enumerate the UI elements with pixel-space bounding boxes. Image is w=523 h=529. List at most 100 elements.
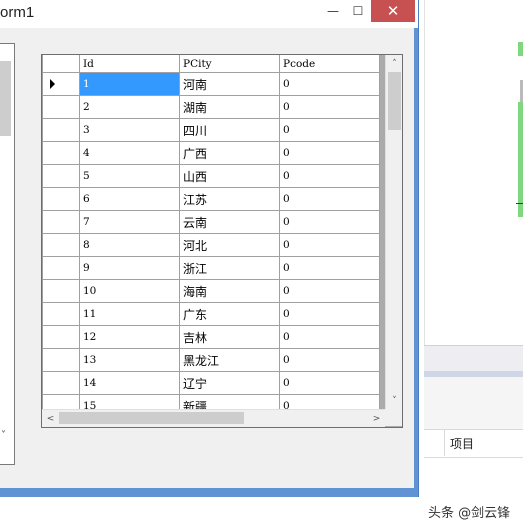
- cell-id[interactable]: 7: [79, 210, 180, 234]
- row-header[interactable]: [42, 348, 80, 372]
- cell-pcity[interactable]: 浙江: [179, 256, 280, 280]
- table-row[interactable]: 2 湖南 0: [42, 95, 380, 119]
- cell-id[interactable]: 8: [79, 233, 180, 257]
- ide-column-header-project[interactable]: 项目: [450, 435, 474, 452]
- chevron-down-icon[interactable]: ˅: [386, 392, 402, 409]
- cell-id[interactable]: 5: [79, 164, 180, 188]
- cell-pcity[interactable]: 四川: [179, 118, 280, 142]
- cell-pcity[interactable]: 河北: [179, 233, 280, 257]
- column-header-pcity[interactable]: PCity: [179, 55, 280, 73]
- current-row-arrow-icon: [50, 79, 55, 89]
- cell-pcity[interactable]: 吉林: [179, 325, 280, 349]
- cell-id[interactable]: 2: [79, 95, 180, 119]
- vertical-scrollbar[interactable]: ˄ ˅: [385, 55, 402, 409]
- cell-pcity[interactable]: 山西: [179, 164, 280, 188]
- row-header[interactable]: [42, 141, 80, 165]
- cell-pcode[interactable]: 0: [279, 371, 380, 395]
- column-header-id[interactable]: Id: [79, 55, 180, 73]
- cell-pcode[interactable]: 0: [279, 164, 380, 188]
- row-header[interactable]: [42, 95, 80, 119]
- table-row[interactable]: 11 广东 0: [42, 302, 380, 326]
- grid-body: 1 河南 0 2 湖南 0 3 四川 0 4 广西 0 5 山西 0 6 江苏 0 7 云南 0 8 河北 0 9 浙江 0 10 海南…: [42, 72, 380, 409]
- left-listbox[interactable]: ˅: [0, 43, 15, 465]
- chevron-left-icon[interactable]: <: [42, 410, 59, 427]
- cell-pcity[interactable]: 广东: [179, 302, 280, 326]
- table-row[interactable]: 15 新疆 0: [42, 394, 380, 409]
- cell-pcity[interactable]: 海南: [179, 279, 280, 303]
- ide-lower-panel: [424, 377, 523, 429]
- cell-pcode[interactable]: 0: [279, 210, 380, 234]
- cell-id[interactable]: 12: [79, 325, 180, 349]
- cell-pcode[interactable]: 0: [279, 95, 380, 119]
- cell-pcode[interactable]: 0: [279, 302, 380, 326]
- table-row[interactable]: 9 浙江 0: [42, 256, 380, 280]
- table-row[interactable]: 8 河北 0: [42, 233, 380, 257]
- row-header[interactable]: [42, 233, 80, 257]
- table-row[interactable]: 14 辽宁 0: [42, 371, 380, 395]
- horizontal-scrollbar[interactable]: < >: [42, 409, 385, 427]
- cell-pcode[interactable]: 0: [279, 72, 380, 96]
- cell-pcode[interactable]: 0: [279, 233, 380, 257]
- table-row[interactable]: 13 黑龙江 0: [42, 348, 380, 372]
- row-header[interactable]: [42, 187, 80, 211]
- cell-pcode[interactable]: 0: [279, 187, 380, 211]
- cell-id[interactable]: 15: [79, 394, 180, 409]
- grid-viewport: Id PCity Pcode 1 河南 0 2 湖南 0 3 四川 0 4 广西 0 5 山西 0 6 江苏 0 7…: [42, 55, 385, 409]
- row-header[interactable]: [42, 72, 80, 96]
- cell-id[interactable]: 1: [79, 72, 180, 96]
- cell-pcity[interactable]: 湖南: [179, 95, 280, 119]
- cell-pcode[interactable]: 0: [279, 348, 380, 372]
- table-row[interactable]: 3 四川 0: [42, 118, 380, 142]
- cell-pcode[interactable]: 0: [279, 279, 380, 303]
- cell-id[interactable]: 9: [79, 256, 180, 280]
- row-header[interactable]: [42, 279, 80, 303]
- row-header[interactable]: [42, 371, 80, 395]
- horizontal-scroll-thumb[interactable]: [59, 412, 244, 424]
- cell-pcity[interactable]: 广西: [179, 141, 280, 165]
- title-bar[interactable]: orm1 — ☐ ✕: [0, 0, 418, 28]
- cell-id[interactable]: 4: [79, 141, 180, 165]
- cell-id[interactable]: 13: [79, 348, 180, 372]
- cell-pcity[interactable]: 云南: [179, 210, 280, 234]
- data-grid-view[interactable]: Id PCity Pcode 1 河南 0 2 湖南 0 3 四川 0 4 广西 0 5 山西 0 6 江苏 0 7…: [41, 54, 403, 428]
- column-header-pcode[interactable]: Pcode: [279, 55, 380, 73]
- cell-pcity[interactable]: 新疆: [179, 394, 280, 409]
- cell-pcity[interactable]: 河南: [179, 72, 280, 96]
- ide-collapse-line: [516, 203, 523, 204]
- row-header[interactable]: [42, 302, 80, 326]
- row-header[interactable]: [42, 210, 80, 234]
- chevron-up-icon[interactable]: ˄: [386, 55, 402, 72]
- cell-id[interactable]: 6: [79, 187, 180, 211]
- cell-pcity[interactable]: 黑龙江: [179, 348, 280, 372]
- row-header[interactable]: [42, 394, 80, 409]
- table-row[interactable]: 1 河南 0: [42, 72, 380, 96]
- table-row[interactable]: 10 海南 0: [42, 279, 380, 303]
- chevron-right-icon[interactable]: >: [368, 410, 385, 427]
- vertical-scroll-thumb[interactable]: [388, 72, 401, 130]
- cell-pcode[interactable]: 0: [279, 141, 380, 165]
- cell-pcity[interactable]: 辽宁: [179, 371, 280, 395]
- row-header[interactable]: [42, 118, 80, 142]
- table-row[interactable]: 7 云南 0: [42, 210, 380, 234]
- ide-column-divider: [444, 429, 445, 456]
- cell-id[interactable]: 10: [79, 279, 180, 303]
- grid-corner-header[interactable]: [42, 55, 80, 73]
- table-row[interactable]: 12 吉林 0: [42, 325, 380, 349]
- row-header[interactable]: [42, 325, 80, 349]
- cell-id[interactable]: 3: [79, 118, 180, 142]
- cell-pcode[interactable]: 0: [279, 118, 380, 142]
- left-scroll-thumb[interactable]: [0, 61, 11, 136]
- table-row[interactable]: 4 广西 0: [42, 141, 380, 165]
- table-row[interactable]: 6 江苏 0: [42, 187, 380, 211]
- table-row[interactable]: 5 山西 0: [42, 164, 380, 188]
- cell-pcity[interactable]: 江苏: [179, 187, 280, 211]
- cell-pcode[interactable]: 0: [279, 256, 380, 280]
- cell-pcode[interactable]: 0: [279, 325, 380, 349]
- row-header[interactable]: [42, 164, 80, 188]
- chevron-down-icon[interactable]: ˅: [1, 430, 6, 441]
- cell-id[interactable]: 14: [79, 371, 180, 395]
- cell-pcode[interactable]: 0: [279, 394, 380, 409]
- close-button[interactable]: ✕: [371, 0, 415, 22]
- row-header[interactable]: [42, 256, 80, 280]
- cell-id[interactable]: 11: [79, 302, 180, 326]
